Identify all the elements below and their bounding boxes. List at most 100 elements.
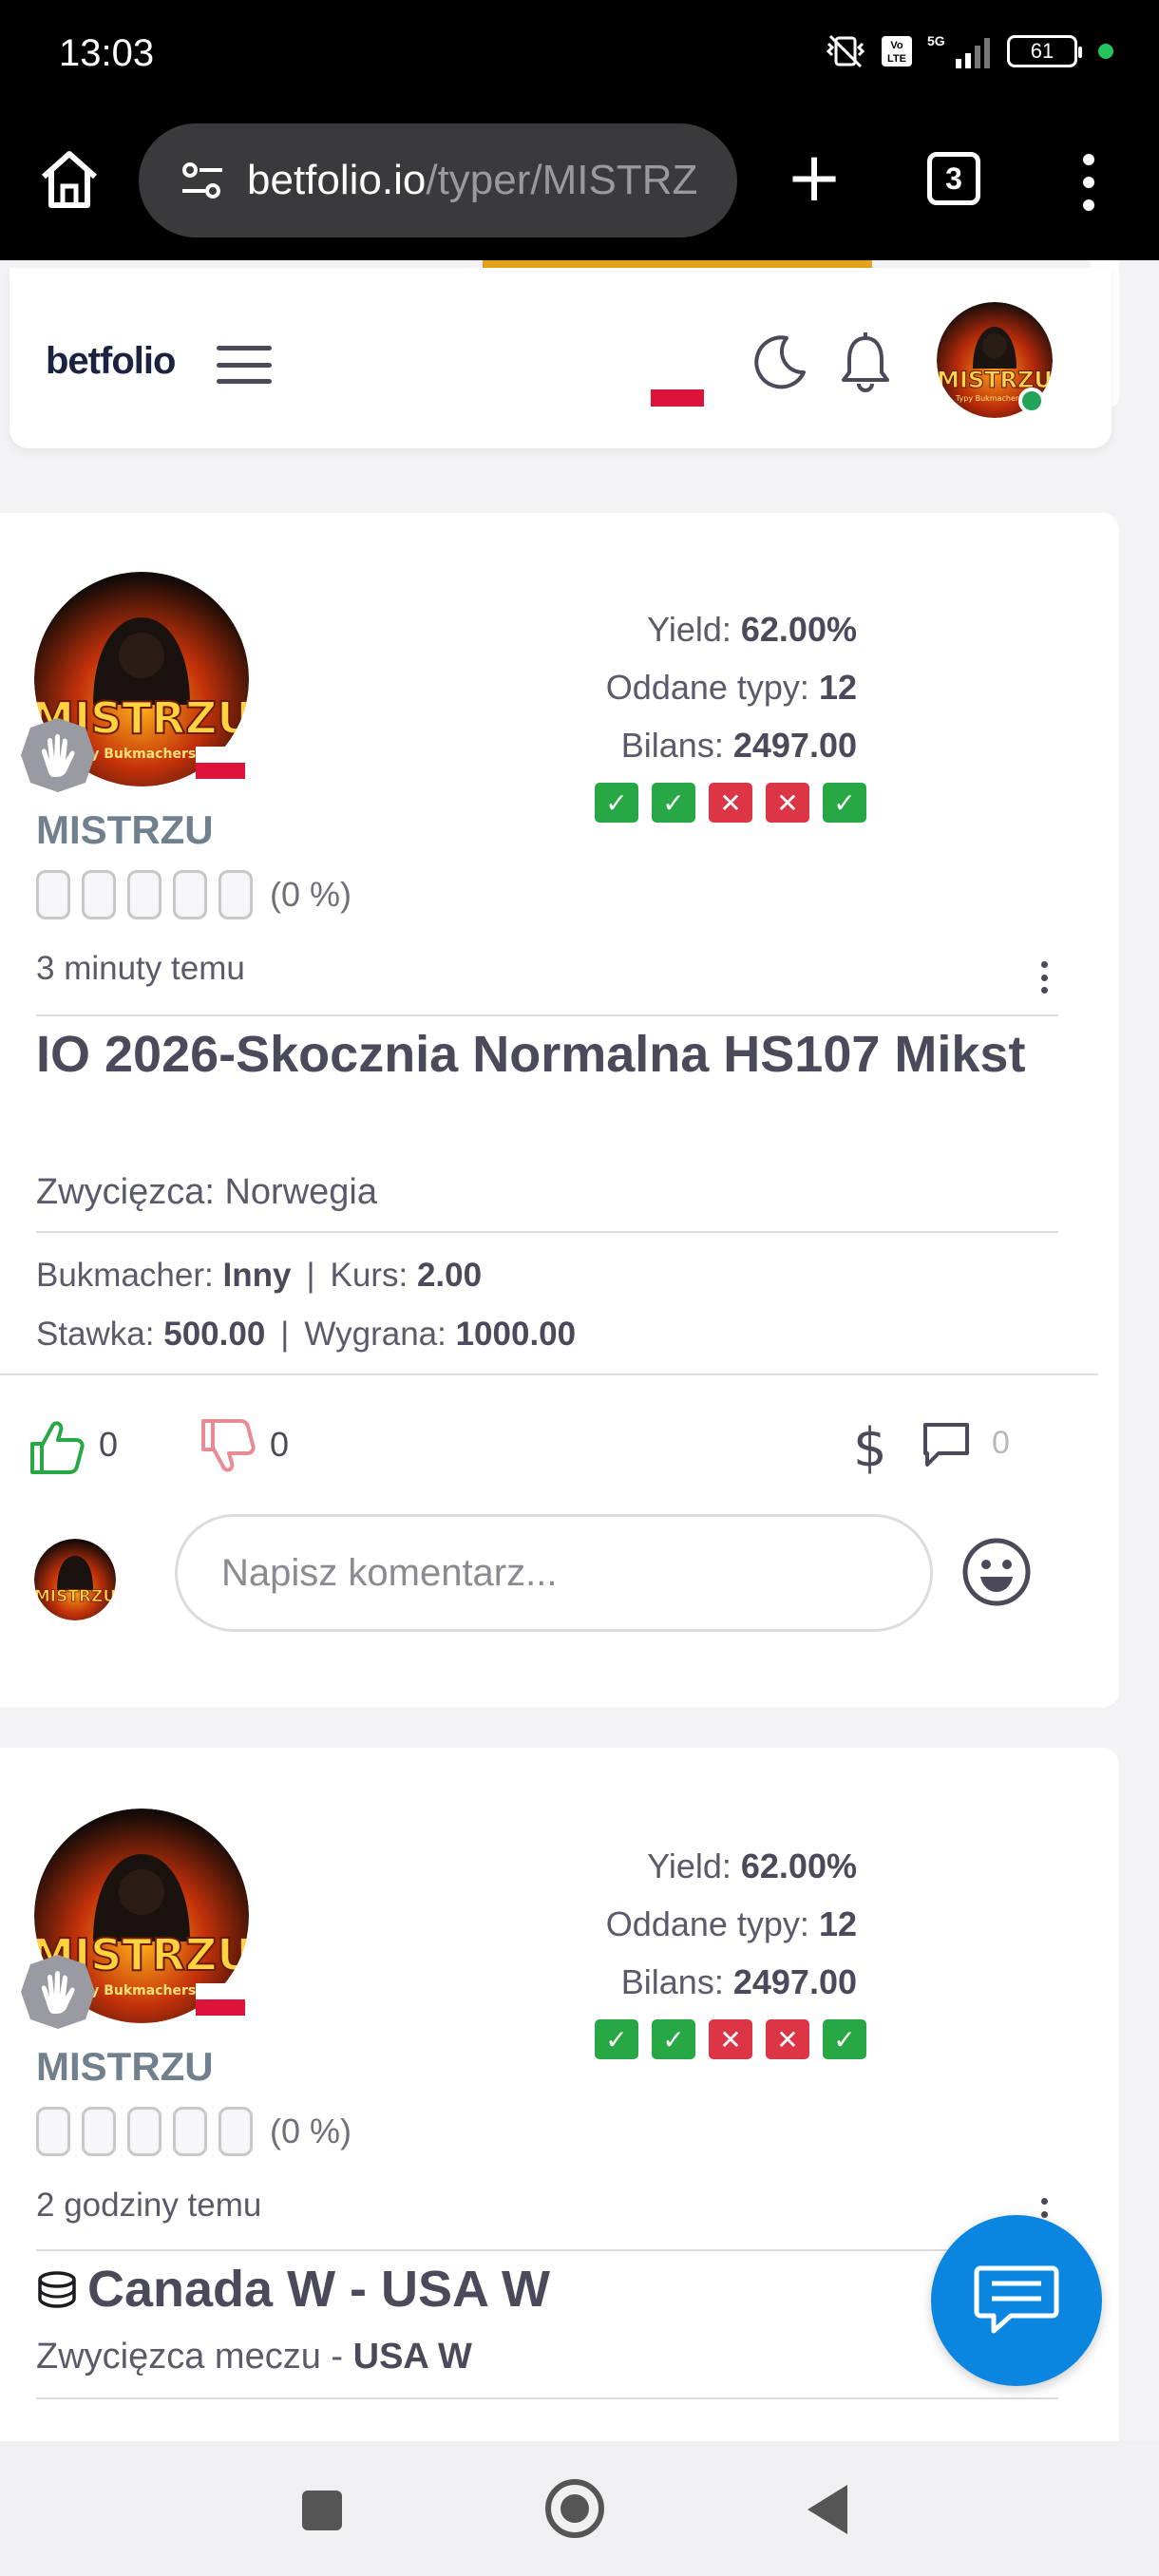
stake-label: Stawka:: [36, 1316, 155, 1353]
tab-switcher-button[interactable]: 3: [927, 152, 980, 205]
vibrate-off-icon: [826, 34, 865, 68]
loss-x-icon: ✕: [709, 783, 752, 823]
win-check-icon: ✓: [652, 2019, 695, 2059]
emoji-smile-icon[interactable]: [961, 1537, 1032, 1607]
win-check-icon: ✓: [823, 783, 866, 823]
pick-label: Zwycięzca meczu -: [36, 2337, 344, 2377]
bookmaker-value: Inny: [222, 1257, 292, 1294]
divider: [36, 1014, 1058, 1016]
rating-box: [173, 870, 207, 919]
yield-label: Yield:: [647, 1847, 732, 1885]
svg-text:5G: 5G: [927, 33, 945, 48]
rating-box: [82, 2107, 116, 2156]
win-label: Wygrana:: [304, 1316, 446, 1353]
app-header: betfolio MISTRZU Typy Bukmacherskie: [10, 268, 1112, 448]
status-icons: Vo LTE 5G 61: [825, 32, 1113, 70]
tip-pick: Zwycięzca: Norwegia: [36, 1172, 377, 1212]
yield-row: Yield: 62.00%: [606, 1837, 857, 1895]
comment-bubble-icon[interactable]: [922, 1421, 971, 1468]
chat-fab-button[interactable]: [931, 2215, 1102, 2386]
tip-card: MISTRZU Typy Bukmacherskie MISTRZU (0 %) …: [0, 513, 1119, 1708]
divider: [36, 1231, 1058, 1233]
betfolio-logo[interactable]: betfolio: [46, 340, 176, 383]
rating-box: [218, 870, 253, 919]
balance-row: Bilans: 2497.00: [606, 716, 857, 774]
home-icon[interactable]: [36, 146, 103, 213]
dislike-count: 0: [270, 1425, 290, 1464]
hand-badge-icon: [21, 718, 95, 792]
bookmaker-odds-row: Bukmacher: Inny | Kurs: 2.00: [36, 1257, 483, 1294]
stake-value: 500.00: [163, 1316, 266, 1353]
volte-icon: Vo LTE: [882, 36, 912, 66]
loss-x-icon: ✕: [766, 783, 809, 823]
commenter-avatar: MISTRZU: [34, 1539, 116, 1620]
tipster-stats: Yield: 62.00% Oddane typy: 12 Bilans: 24…: [606, 600, 857, 774]
comment-count: 0: [992, 1425, 1010, 1461]
win-check-icon: ✓: [595, 2019, 638, 2059]
post-actions: 0 0 $ 0: [0, 1410, 1119, 1486]
rating-percent: (0 %): [270, 875, 352, 914]
tips-row: Oddane typy: 12: [606, 658, 857, 716]
win-check-icon: ✓: [595, 783, 638, 823]
comment-input[interactable]: [175, 1514, 933, 1632]
svg-text:MISTRZU: MISTRZU: [34, 1587, 116, 1606]
new-tab-plus-icon[interactable]: +: [781, 142, 847, 213]
odds-value: 2.00: [416, 1257, 483, 1294]
rating-boxes: (0 %): [36, 870, 352, 919]
rating-boxes: (0 %): [36, 2107, 352, 2156]
balance-label: Bilans:: [620, 726, 724, 765]
recent-apps-square-icon[interactable]: [302, 2491, 342, 2530]
balance-value: 2497.00: [732, 726, 857, 765]
dark-mode-moon-icon[interactable]: [749, 331, 811, 393]
rating-box: [36, 870, 70, 919]
notifications-bell-icon[interactable]: [836, 331, 895, 393]
thumbs-up-icon[interactable]: [27, 1417, 86, 1476]
rating-percent: (0 %): [270, 2112, 352, 2150]
tip-details: Bukmacher: Inny | Kurs: 2.00 Stawka: 500.0…: [36, 1246, 576, 1364]
yield-value: 62.00%: [740, 610, 857, 649]
status-bar: 13:03 Vo LTE 5G 61: [0, 0, 1159, 106]
country-flag-pl-icon: [196, 1983, 245, 2016]
divider: [36, 2249, 1058, 2251]
divider: [0, 1373, 1098, 1375]
rating-box: [36, 2107, 70, 2156]
chat-icon: [974, 2265, 1059, 2334]
pick-value: USA W: [352, 2337, 472, 2377]
thumbs-down-icon[interactable]: [198, 1417, 256, 1476]
balance-label: Bilans:: [620, 1962, 724, 2001]
tips-label: Oddane typy:: [605, 668, 809, 707]
tip-dollar-icon[interactable]: $: [853, 1417, 887, 1479]
tip-pick: Zwycięzca meczu - USA W: [36, 2337, 472, 2377]
tip-event-title[interactable]: IO 2026-Skocznia Normalna HS107 Mikst: [36, 1024, 1062, 1085]
odds-label: Kurs:: [330, 1257, 408, 1294]
tip-event-title-text: Canada W - USA W: [87, 2261, 551, 2318]
recent-form: ✓ ✓ ✕ ✕ ✓: [595, 2019, 866, 2059]
online-status-dot: [1018, 388, 1045, 414]
clock: 13:03: [59, 32, 155, 74]
hamburger-menu-icon[interactable]: [217, 346, 272, 384]
signal-5g-icon: 5G: [927, 33, 990, 68]
site-settings-icon[interactable]: [179, 157, 226, 204]
address-bar[interactable]: betfolio.io/typer/MISTRZ: [139, 123, 737, 237]
rating-box: [218, 2107, 253, 2156]
back-triangle-icon[interactable]: [808, 2485, 847, 2534]
win-value: 1000.00: [455, 1316, 577, 1353]
coin-stack-icon: [38, 2271, 76, 2308]
country-flag-pl-icon: [196, 747, 245, 779]
tips-label: Oddane typy:: [605, 1904, 809, 1943]
bookmaker-label: Bukmacher:: [36, 1257, 214, 1294]
divider: [36, 2397, 1058, 2399]
browser-menu-icon[interactable]: [1079, 154, 1098, 211]
post-options-kebab-icon[interactable]: [1039, 961, 1049, 994]
win-check-icon: ✓: [652, 783, 695, 823]
rating-box: [127, 2107, 162, 2156]
home-circle-icon[interactable]: [545, 2479, 604, 2538]
browser-toolbar: betfolio.io/typer/MISTRZ + 3: [0, 106, 1159, 260]
tipster-username[interactable]: MISTRZU: [36, 807, 214, 853]
rating-box: [127, 870, 162, 919]
language-flag-pl-icon[interactable]: [651, 372, 704, 407]
svg-text:Vo: Vo: [890, 40, 903, 51]
tip-event-title[interactable]: Canada W - USA W: [36, 2259, 1062, 2320]
tip-card: MISTRZU Typy Bukmacherskie MISTRZU (0 %) …: [0, 1748, 1119, 2508]
tipster-username[interactable]: MISTRZU: [36, 2044, 214, 2090]
